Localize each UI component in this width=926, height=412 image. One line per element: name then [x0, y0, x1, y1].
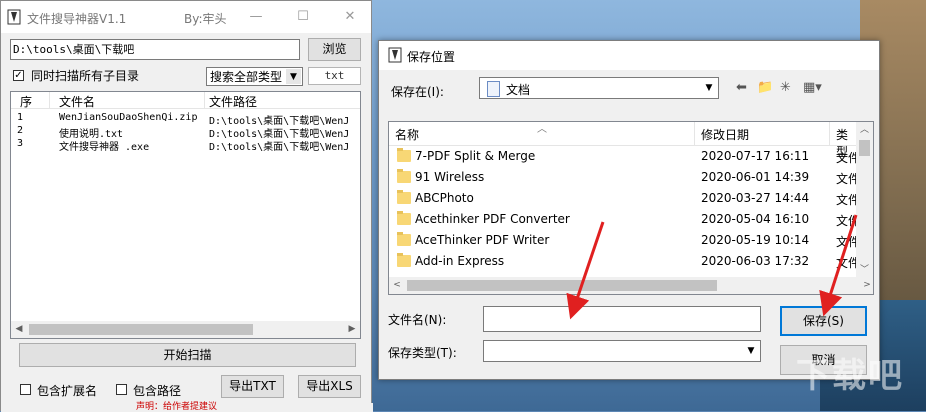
include-ext-checkbox[interactable] [20, 384, 31, 395]
minimize-icon[interactable]: — [245, 7, 267, 27]
view-menu-icon[interactable]: ▦▾ [803, 80, 822, 96]
close-icon[interactable]: ✕ [339, 7, 361, 27]
filename-label: 文件名(N): [388, 313, 447, 327]
save-button[interactable]: 保存(S) [780, 306, 867, 336]
app-window: 文件搜导神器V1.1 By:牢头 — ☐ ✕ D:\tools\桌面\下载吧 浏… [0, 0, 373, 412]
save-in-select[interactable]: 文档 ▼ [479, 77, 719, 99]
browse-button[interactable]: 浏览 [308, 38, 361, 61]
scroll-left-icon[interactable]: < [389, 277, 405, 294]
scroll-up-icon[interactable]: ︿ [856, 122, 873, 135]
chevron-down-icon: ▼ [747, 346, 755, 356]
subdir-checkbox[interactable]: ✓ [13, 70, 24, 81]
list-item[interactable]: AceThinker PDF Writer 2020-05-19 10:14 文… [389, 230, 860, 251]
col-num[interactable]: 序 [20, 93, 32, 110]
result-list-hscrollbar[interactable]: ◀ ▶ [11, 321, 360, 338]
list-item[interactable]: Acethinker PDF Converter 2020-05-04 16:1… [389, 209, 860, 230]
watermark-logo: 下载吧 [796, 356, 904, 396]
col-name[interactable]: 文件名 [59, 93, 95, 110]
include-ext-label: 包含扩展名 [37, 384, 98, 398]
result-list-header: 序 文件名 文件路径 [11, 92, 360, 109]
app-titlebar: 文件搜导神器V1.1 By:牢头 — ☐ ✕ [1, 1, 371, 33]
result-list[interactable]: 序 文件名 文件路径 1 WenJianSouDaoShenQi.zip D:\… [10, 91, 361, 339]
list-item[interactable]: Add-in Express 2020-06-03 17:32 文件 [389, 251, 860, 272]
filetype-label: 保存类型(T): [388, 346, 457, 360]
include-path-checkbox[interactable] [116, 384, 127, 395]
scroll-thumb[interactable] [29, 324, 253, 335]
start-scan-button[interactable]: 开始扫描 [19, 343, 356, 367]
scroll-thumb[interactable] [859, 140, 870, 156]
list-item[interactable]: 7-PDF Split & Merge 2020-07-17 16:11 文件 [389, 146, 860, 167]
ext-input[interactable]: txt [308, 67, 361, 85]
col-name[interactable]: 名称 [395, 126, 419, 143]
folder-list-header: 名称 ︿ 修改日期 类型 [389, 122, 859, 159]
export-xls-button[interactable]: 导出XLS [298, 375, 361, 398]
app-title: 文件搜导神器V1.1 [27, 12, 127, 26]
new-folder-icon[interactable]: ✳ [780, 80, 791, 96]
folder-icon [397, 211, 411, 225]
maximize-icon[interactable]: ☐ [292, 7, 314, 27]
filename-input[interactable] [483, 306, 761, 332]
save-in-value: 文档 [506, 83, 531, 97]
list-item[interactable]: 1 WenJianSouDaoShenQi.zip D:\tools\桌面\下载… [11, 112, 360, 127]
chevron-down-icon: ▼ [286, 69, 301, 84]
subdir-label: 同时扫描所有子目录 [31, 69, 140, 83]
include-path-label: 包含路径 [133, 384, 182, 398]
scroll-left-icon[interactable]: ◀ [11, 321, 27, 338]
up-folder-icon[interactable]: 📁 [757, 80, 773, 96]
dialog-titlebar: 保存位置 [379, 41, 879, 70]
sort-up-icon: ︿ [537, 124, 547, 135]
app-author: By:牢头 [184, 12, 227, 26]
app-icon [388, 47, 402, 63]
scroll-right-icon[interactable]: ▶ [344, 321, 360, 338]
col-date[interactable]: 修改日期 [701, 126, 749, 143]
type-select[interactable]: 搜索全部类型 ▼ [206, 67, 303, 86]
folder-icon [397, 169, 411, 183]
col-path[interactable]: 文件路径 [209, 93, 257, 110]
list-item[interactable]: ABCPhoto 2020-03-27 14:44 文件 [389, 188, 860, 209]
folder-icon [397, 190, 411, 204]
document-icon [487, 81, 500, 97]
scroll-down-icon[interactable]: ﹀ [856, 262, 873, 275]
app-icon [7, 9, 21, 25]
scroll-right-icon[interactable]: > [859, 277, 873, 294]
save-dialog: 保存位置 保存在(I): 文档 ▼ ⬅ 📁 ✳ ▦▾ 名称 ︿ 修改日期 类型 … [378, 40, 880, 380]
list-item[interactable]: 2 使用说明.txt D:\tools\桌面\下载吧\WenJ [11, 125, 360, 140]
list-item[interactable]: 91 Wireless 2020-06-01 14:39 文件 [389, 167, 860, 188]
filetype-select[interactable]: ▼ [483, 340, 761, 362]
folder-icon [397, 148, 411, 162]
scroll-thumb[interactable] [407, 280, 717, 291]
type-select-value: 搜索全部类型 [210, 70, 283, 84]
folder-icon [397, 232, 411, 246]
path-input[interactable]: D:\tools\桌面\下载吧 [10, 39, 300, 60]
list-item[interactable]: 3 文件搜导神器 .exe D:\tools\桌面\下载吧\WenJ [11, 138, 360, 153]
folder-list-vscrollbar[interactable]: ︿ ﹀ [856, 122, 873, 278]
export-txt-button[interactable]: 导出TXT [221, 375, 284, 398]
folder-icon [397, 253, 411, 267]
dialog-title: 保存位置 [407, 50, 456, 64]
folder-list[interactable]: 名称 ︿ 修改日期 类型 7-PDF Split & Merge 2020-07… [388, 121, 874, 295]
save-in-label: 保存在(I): [391, 85, 444, 99]
back-icon[interactable]: ⬅ [736, 80, 747, 96]
chevron-down-icon: ▼ [705, 83, 713, 93]
folder-list-hscrollbar[interactable]: < > [389, 277, 873, 294]
